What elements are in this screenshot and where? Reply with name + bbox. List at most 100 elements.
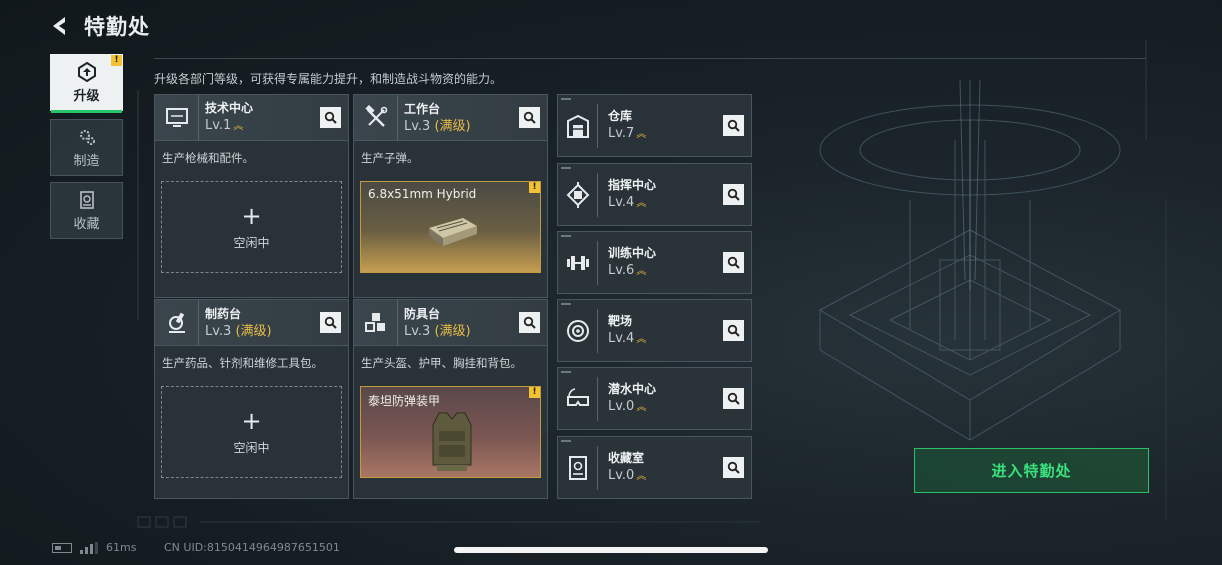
- tab-craft-label: 制造: [73, 153, 100, 169]
- level-up-icon: ︽: [636, 402, 647, 413]
- workbench-description: 生产药品、针剂和维修工具包。: [162, 356, 323, 370]
- facility-card-shooting-range[interactable]: 靶场 Lv.4 ︽: [557, 299, 752, 362]
- idle-slot[interactable]: + 空闲中: [161, 181, 342, 273]
- product-slot[interactable]: 6.8x51mm Hybrid !: [360, 181, 541, 273]
- workbench-description: 生产头盔、护甲、胸挂和背包。: [361, 356, 522, 370]
- facility-card-collection-room[interactable]: 收藏室 Lv.0 ︽: [557, 436, 752, 499]
- workbench-card-pharmacy[interactable]: 制药台 Lv.3 (满级) 生产药品、针剂和维修工具包。 + 空闲中: [154, 299, 349, 499]
- idle-slot[interactable]: + 空闲中: [161, 386, 342, 478]
- plus-icon: +: [241, 406, 262, 435]
- workbench-description: 生产子弹。: [361, 151, 419, 165]
- plus-icon: +: [241, 201, 262, 230]
- level-up-icon: ︽: [636, 471, 647, 482]
- gears-icon: [79, 129, 95, 145]
- facility-level: Lv.0: [608, 399, 635, 414]
- idle-slot-label: 空闲中: [233, 235, 270, 250]
- idle-slot-label: 空闲中: [233, 440, 270, 455]
- hammer-wrench-icon: [354, 94, 398, 141]
- body-armor-icon: [432, 412, 472, 471]
- search-icon: [727, 256, 740, 269]
- level-up-icon: ︽: [636, 266, 647, 277]
- search-icon: [727, 324, 740, 337]
- workbench-name: 技术中心: [205, 101, 254, 115]
- search-button[interactable]: [519, 312, 540, 333]
- search-icon: [727, 188, 740, 201]
- facility-name: 收藏室: [608, 451, 645, 465]
- back-arrow-icon[interactable]: [50, 15, 72, 37]
- search-icon: [727, 119, 740, 132]
- status-bar: 61ms: [52, 541, 136, 554]
- tab-craft[interactable]: 制造: [50, 119, 123, 176]
- workbench-level: Lv.3: [404, 118, 431, 134]
- enter-special-ops-button[interactable]: 进入特勤处: [914, 448, 1149, 493]
- search-icon: [523, 316, 536, 329]
- tab-collection[interactable]: 收藏: [50, 182, 123, 239]
- product-slot[interactable]: 泰坦防弹装甲 !: [360, 386, 541, 478]
- chip-icon: [558, 172, 598, 217]
- search-button[interactable]: [723, 115, 744, 136]
- cubes-icon: [354, 299, 398, 346]
- page-title: 特勤处: [84, 15, 150, 39]
- diving-mask-icon: [558, 376, 598, 421]
- divider: [154, 58, 1146, 59]
- search-button[interactable]: [320, 107, 341, 128]
- level-up-icon: ︽: [233, 121, 244, 132]
- search-button[interactable]: [723, 184, 744, 205]
- notification-badge: !: [529, 182, 540, 193]
- card-header: 制药台 Lv.3 (满级): [155, 299, 348, 346]
- tab-upgrade[interactable]: ! 升级: [50, 54, 123, 113]
- workbench-card-tech-center[interactable]: 技术中心 Lv.1 ︽ 生产枪械和配件。 + 空闲中: [154, 94, 349, 298]
- facility-name: 靶场: [608, 314, 633, 328]
- monitor-icon: [155, 94, 199, 141]
- microscope-icon: [155, 299, 199, 346]
- tab-collection-label: 收藏: [73, 216, 100, 232]
- notification-badge: !: [529, 387, 540, 398]
- upgrade-icon: [77, 61, 96, 82]
- search-button[interactable]: [723, 320, 744, 341]
- search-icon: [324, 316, 337, 329]
- facility-level: Lv.0: [608, 468, 635, 483]
- facility-card-warehouse[interactable]: 仓库 Lv.7 ︽: [557, 94, 752, 157]
- card-header: 防具台 Lv.3 (满级): [354, 299, 547, 346]
- search-button[interactable]: [723, 252, 744, 273]
- search-button[interactable]: [519, 107, 540, 128]
- workbench-level: Lv.1: [205, 118, 232, 133]
- ammo-box-icon: [429, 218, 477, 246]
- max-level-tag: (满级): [235, 323, 272, 339]
- level-up-icon: ︽: [636, 129, 647, 140]
- workbench-card-workbench[interactable]: 工作台 Lv.3 (满级) 生产子弹。 6.8x51mm Hybrid !: [353, 94, 548, 298]
- facility-card-diving-center[interactable]: 潜水中心 Lv.0 ︽: [557, 367, 752, 430]
- max-level-tag: (满级): [434, 118, 471, 134]
- product-name: 泰坦防弹装甲: [368, 394, 441, 408]
- workbench-description: 生产枪械和配件。: [162, 151, 254, 165]
- page-description: 升级各部门等级，可获得专属能力提升，和制造战斗物资的能力。: [154, 72, 503, 86]
- workbench-name: 防具台: [404, 306, 441, 321]
- workbench-name: 工作台: [404, 101, 441, 116]
- search-button[interactable]: [723, 457, 744, 478]
- max-level-tag: (满级): [434, 323, 471, 339]
- search-button[interactable]: [723, 388, 744, 409]
- notification-badge: !: [111, 55, 122, 66]
- card-header: 技术中心 Lv.1 ︽: [155, 94, 348, 141]
- collection-icon: [558, 445, 598, 490]
- warehouse-icon: [558, 103, 598, 148]
- search-icon: [523, 111, 536, 124]
- hq-building-illustration: [818, 80, 1122, 441]
- facility-name: 仓库: [608, 109, 633, 123]
- level-up-icon: ︽: [636, 198, 647, 209]
- facility-card-command-center[interactable]: 指挥中心 Lv.4 ︽: [557, 163, 752, 226]
- target-icon: [558, 308, 598, 353]
- facility-level: Lv.6: [608, 263, 635, 278]
- search-button[interactable]: [320, 312, 341, 333]
- facility-name: 训练中心: [608, 246, 657, 260]
- header: 特勤处: [50, 10, 150, 42]
- product-name: 6.8x51mm Hybrid: [368, 187, 477, 201]
- workbench-level: Lv.3: [404, 323, 431, 339]
- facility-card-training-center[interactable]: 训练中心 Lv.6 ︽: [557, 231, 752, 294]
- collection-icon: [79, 190, 94, 209]
- facility-name: 潜水中心: [608, 382, 657, 396]
- workbench-level: Lv.3: [205, 323, 232, 339]
- workbench-card-armor[interactable]: 防具台 Lv.3 (满级) 生产头盔、护甲、胸挂和背包。 泰坦防弹装甲 !: [353, 299, 548, 499]
- battery-icon: [52, 542, 72, 553]
- home-indicator[interactable]: [454, 547, 768, 553]
